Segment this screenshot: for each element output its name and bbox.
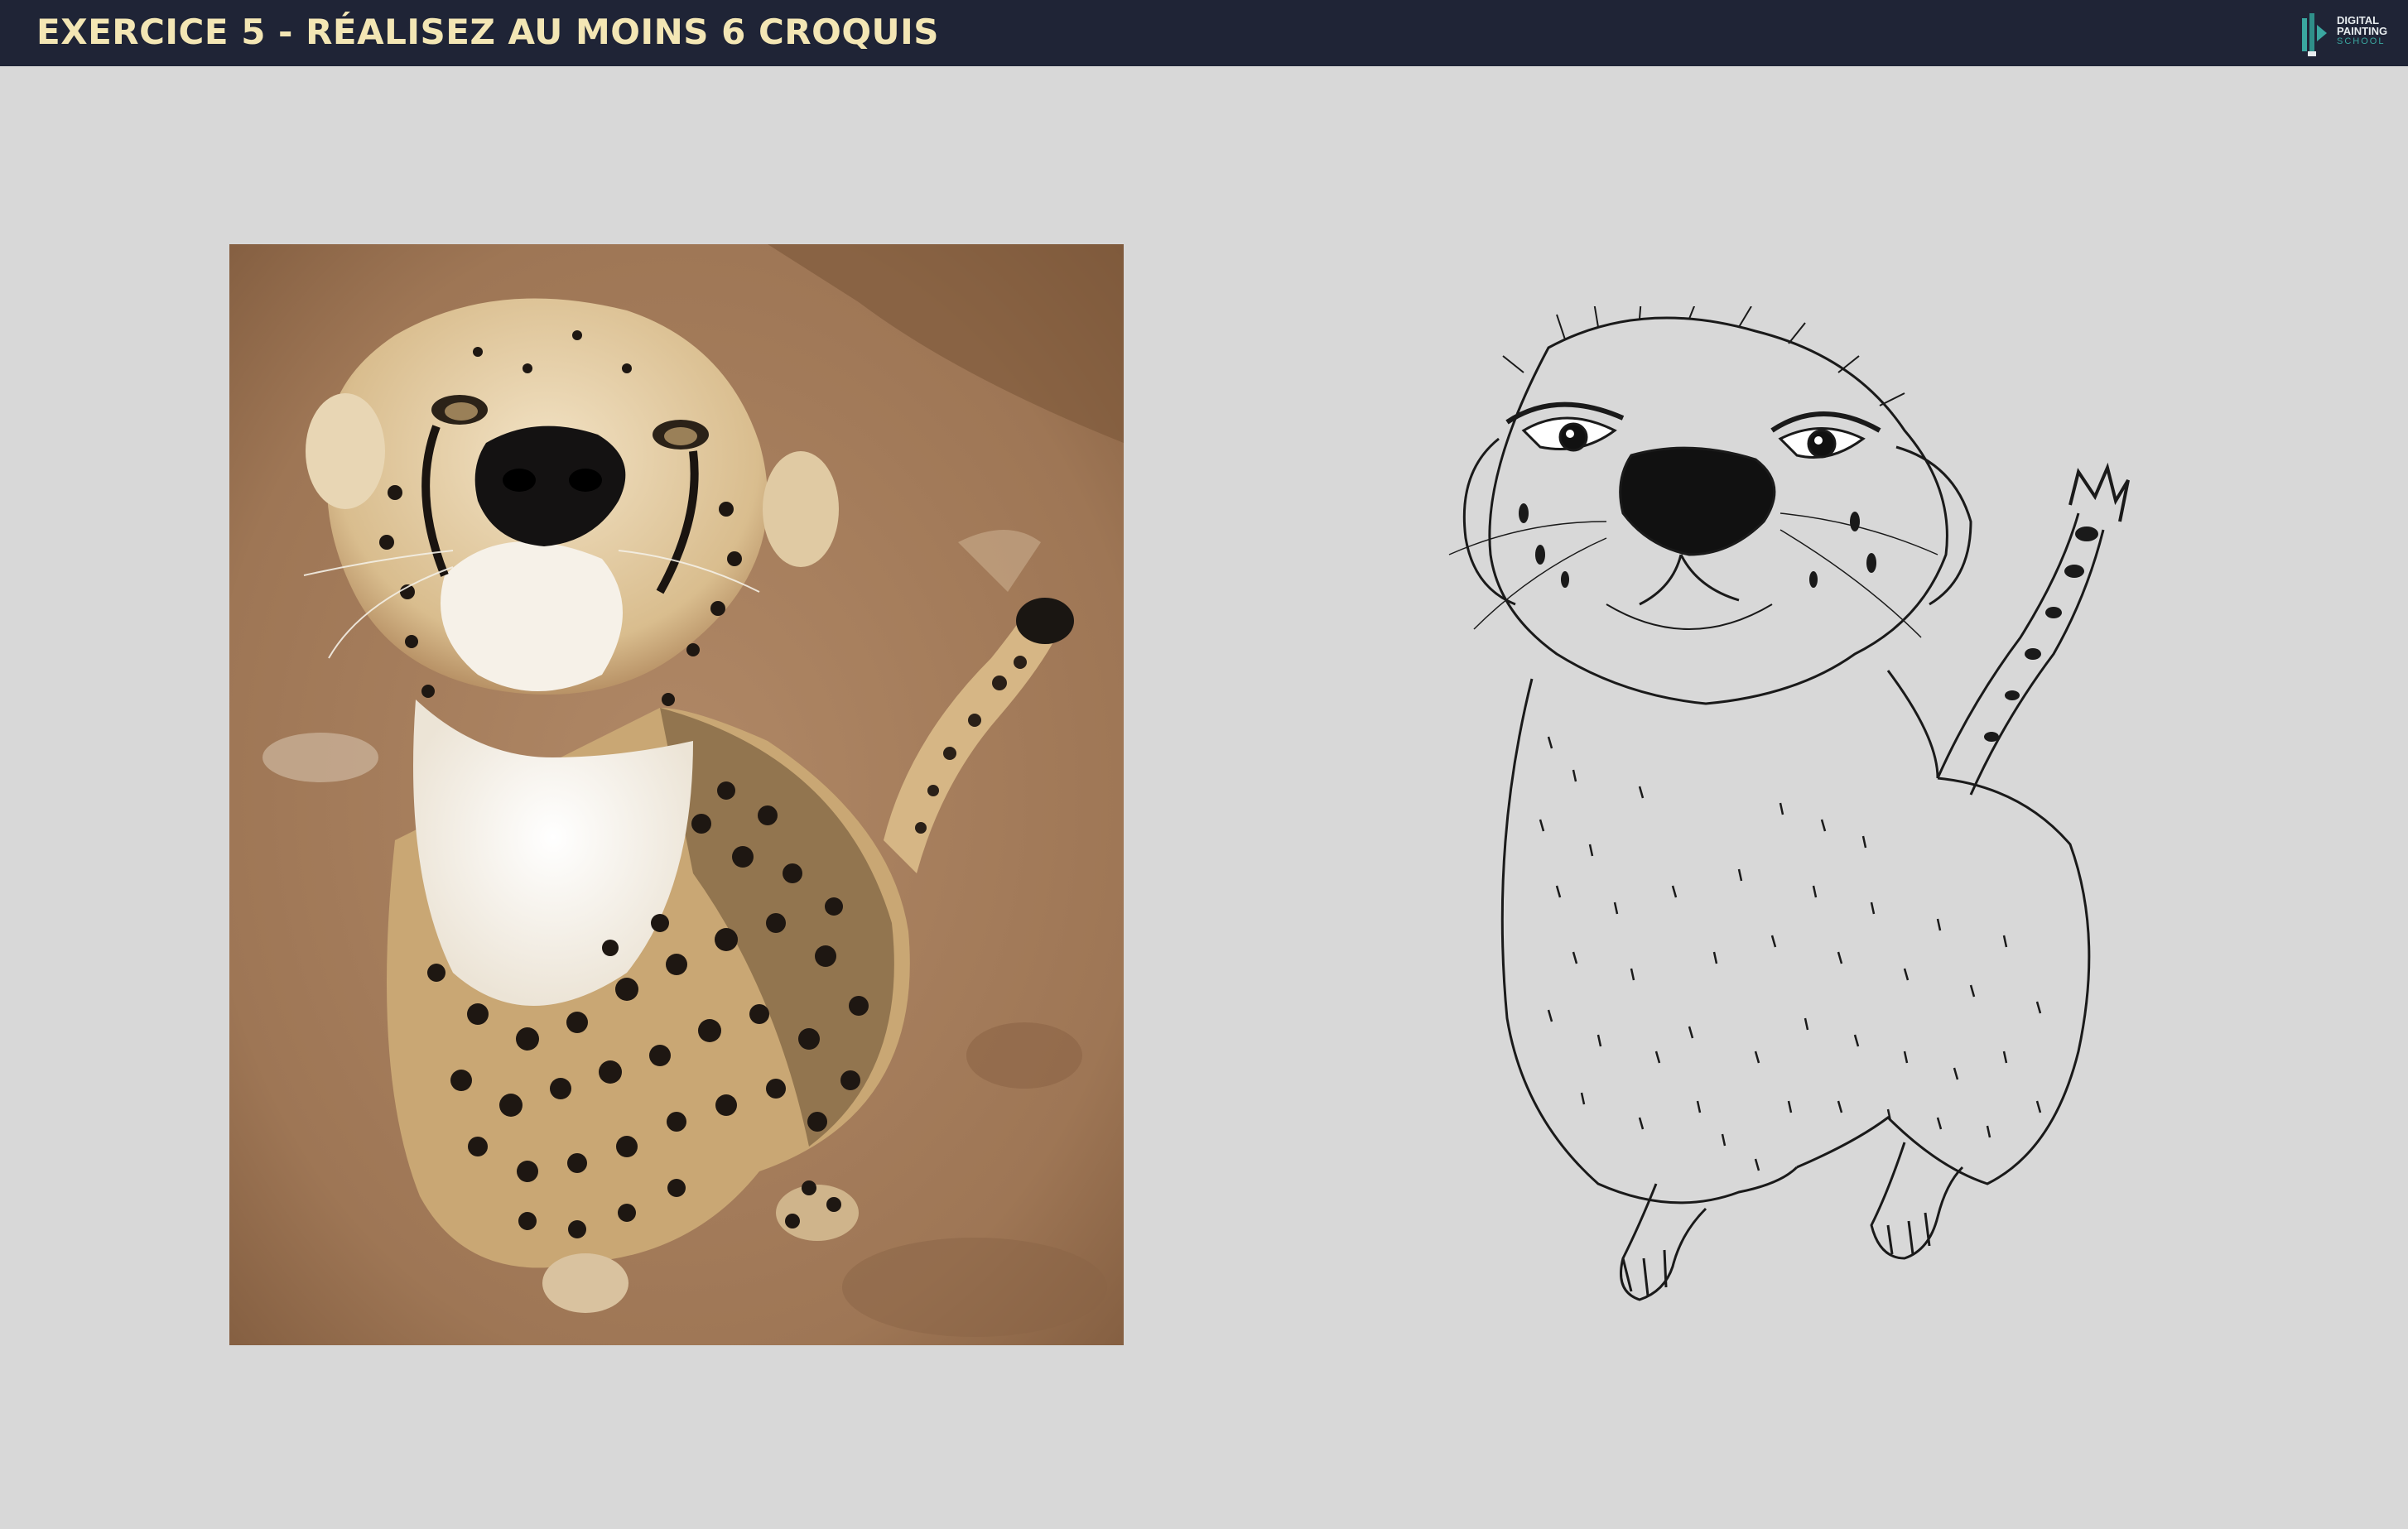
digital-painting-school-logo: DIGITAL PAINTING SCHOOL [2299, 10, 2391, 58]
cheetah-line-sketch [1448, 306, 2130, 1301]
page-title: EXERCICE 5 - RÉALISEZ AU MOINS 6 CROQUIS [36, 12, 940, 52]
cheetah-photo [229, 244, 1124, 1345]
logo-brush-icon [2302, 13, 2327, 56]
logo-line-3: SCHOOL [2337, 36, 2386, 46]
logo-line-2: PAINTING [2337, 25, 2388, 37]
top-bar: EXERCICE 5 - RÉALISEZ AU MOINS 6 CROQUIS… [0, 0, 2408, 66]
